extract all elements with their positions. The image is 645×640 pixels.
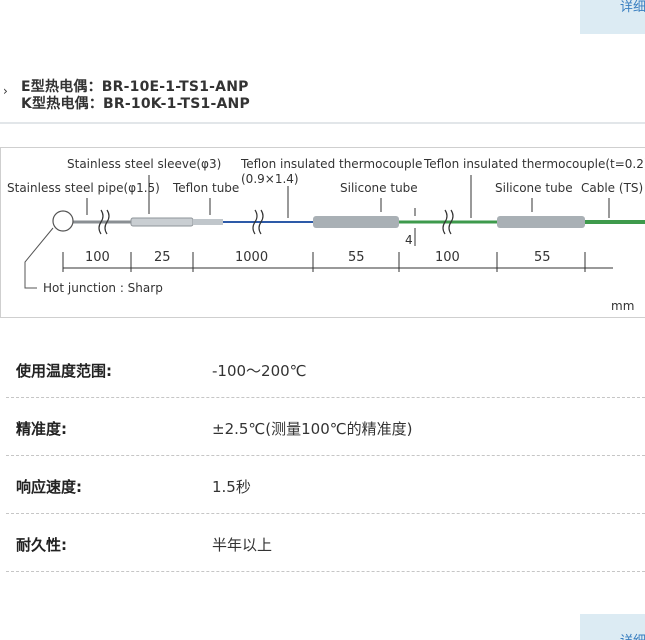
dimension-line	[62, 252, 613, 272]
hot-junction-leader	[24, 227, 54, 289]
label-teflon-tc-dim: (0.9×1.4)	[241, 172, 299, 186]
spec-value: -100～200℃	[212, 362, 307, 380]
spec-value: 半年以上	[212, 536, 273, 554]
diagram-svg: Stainless steel sleeve(φ3) Stainless ste…	[7, 157, 645, 313]
model-list: › E型热电偶：BR-10E-1-TS1-ANP K型热电偶：BR-10K-1-…	[0, 74, 645, 124]
spec-value: 1.5秒	[212, 478, 251, 496]
spec-row-temperature: 使用温度范围: -100～200℃	[6, 340, 645, 398]
label-unit: mm	[611, 299, 634, 313]
spec-row-accuracy: 精准度: ±2.5℃(测量100℃的精准度)	[6, 398, 645, 456]
label-silicone-tube-1: Silicone tube	[340, 181, 418, 195]
spec-row-response: 响应速度: 1.5秒	[6, 456, 645, 514]
label-gap: 4	[405, 233, 413, 247]
label-cable: Cable (TS)	[581, 181, 643, 195]
label-pipe: Stainless steel pipe(φ1.5)	[7, 181, 160, 195]
thermocouple-diagram: Stainless steel sleeve(φ3) Stainless ste…	[0, 147, 645, 318]
spec-table: 使用温度范围: -100～200℃ 精准度: ±2.5℃(测量100℃的精准度)…	[6, 340, 645, 572]
chevron-right-icon: ›	[3, 84, 8, 98]
silicone-tube-2	[497, 216, 585, 228]
label-teflon-tube: Teflon tube	[172, 181, 239, 195]
label-sleeve: Stainless steel sleeve(φ3)	[67, 157, 221, 171]
spec-label: 使用温度范围:	[16, 362, 112, 380]
spec-row-durability: 耐久性: 半年以上	[6, 514, 645, 572]
dim-55-a: 55	[348, 250, 365, 265]
detail-button-label[interactable]: 详细	[620, 630, 645, 640]
detail-button-bottom[interactable]: 详细	[580, 614, 645, 640]
teflon-tube-part	[193, 219, 223, 225]
label-teflon-tc: Teflon insulated thermocouple	[240, 157, 422, 171]
silicone-tube-1	[313, 216, 399, 228]
dim-1000: 1000	[235, 250, 268, 265]
label-teflon-tc-2: Teflon insulated thermocouple(t=0.2)	[423, 157, 645, 171]
label-silicone-tube-2: Silicone tube	[495, 181, 573, 195]
dim-100-b: 100	[435, 250, 460, 265]
spec-label: 精准度:	[16, 420, 67, 438]
spec-label: 耐久性:	[16, 536, 67, 554]
dim-100-a: 100	[85, 250, 110, 265]
dim-25: 25	[154, 250, 171, 265]
label-hot-junction: Hot junction : Sharp	[43, 281, 163, 295]
model-k-type: K型热电偶：BR-10K-1-TS1-ANP	[21, 96, 250, 112]
spec-label: 响应速度:	[16, 478, 82, 496]
stainless-sleeve	[130, 217, 194, 227]
hot-junction-circle	[52, 210, 74, 232]
spec-value: ±2.5℃(测量100℃的精准度)	[212, 420, 413, 438]
detail-button-top[interactable]: 详细	[580, 0, 645, 34]
dim-55-b: 55	[534, 250, 551, 265]
detail-button-label[interactable]: 详细	[620, 0, 645, 15]
